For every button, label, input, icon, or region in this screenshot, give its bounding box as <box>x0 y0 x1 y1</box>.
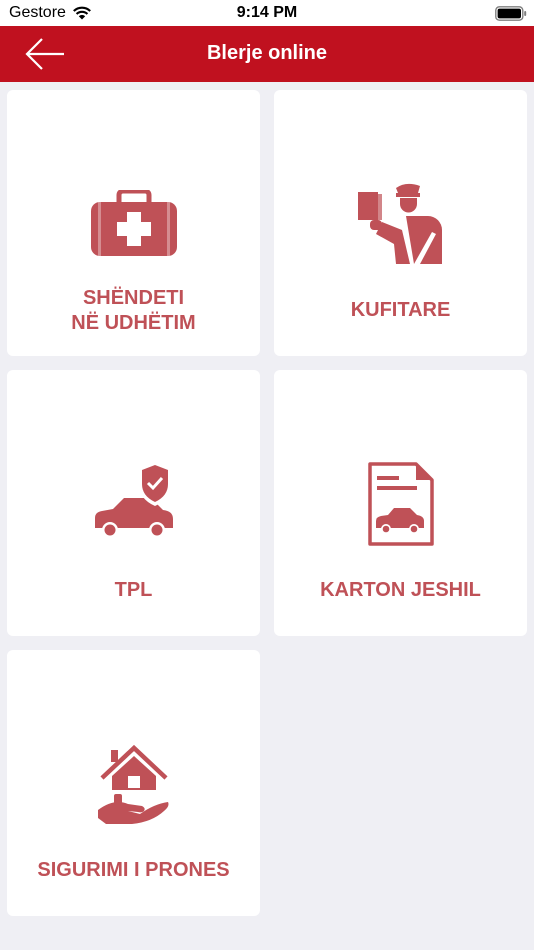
battery-icon <box>495 6 527 21</box>
card-label: SHËNDETI NË UDHËTIM <box>71 287 196 334</box>
card-travel-health[interactable]: SHËNDETI NË UDHËTIM <box>7 90 260 356</box>
card-green-card[interactable]: KARTON JESHIL <box>274 370 527 636</box>
card-label: TPL <box>114 579 153 601</box>
house-hand-icon <box>7 742 260 826</box>
border-officer-icon <box>274 182 527 264</box>
card-label: KUFITARE <box>350 299 451 321</box>
navigation-bar: Blerje online <box>0 26 534 82</box>
card-border-insurance[interactable]: KUFITARE <box>274 90 527 356</box>
first-aid-kit-icon <box>7 188 260 258</box>
card-label: KARTON JESHIL <box>320 579 481 601</box>
page-title: Blerje online <box>206 42 328 64</box>
status-bar: Gestore 9:14 PM <box>0 0 534 26</box>
clock-time: 9:14 PM <box>236 4 298 21</box>
card-property-insurance[interactable]: SIGURIMI I PRONES <box>7 650 260 916</box>
card-label: SIGURIMI I PRONES <box>37 859 230 881</box>
green-card-document-icon <box>274 462 527 546</box>
card-tpl[interactable]: TPL <box>7 370 260 636</box>
car-shield-icon <box>7 462 260 544</box>
